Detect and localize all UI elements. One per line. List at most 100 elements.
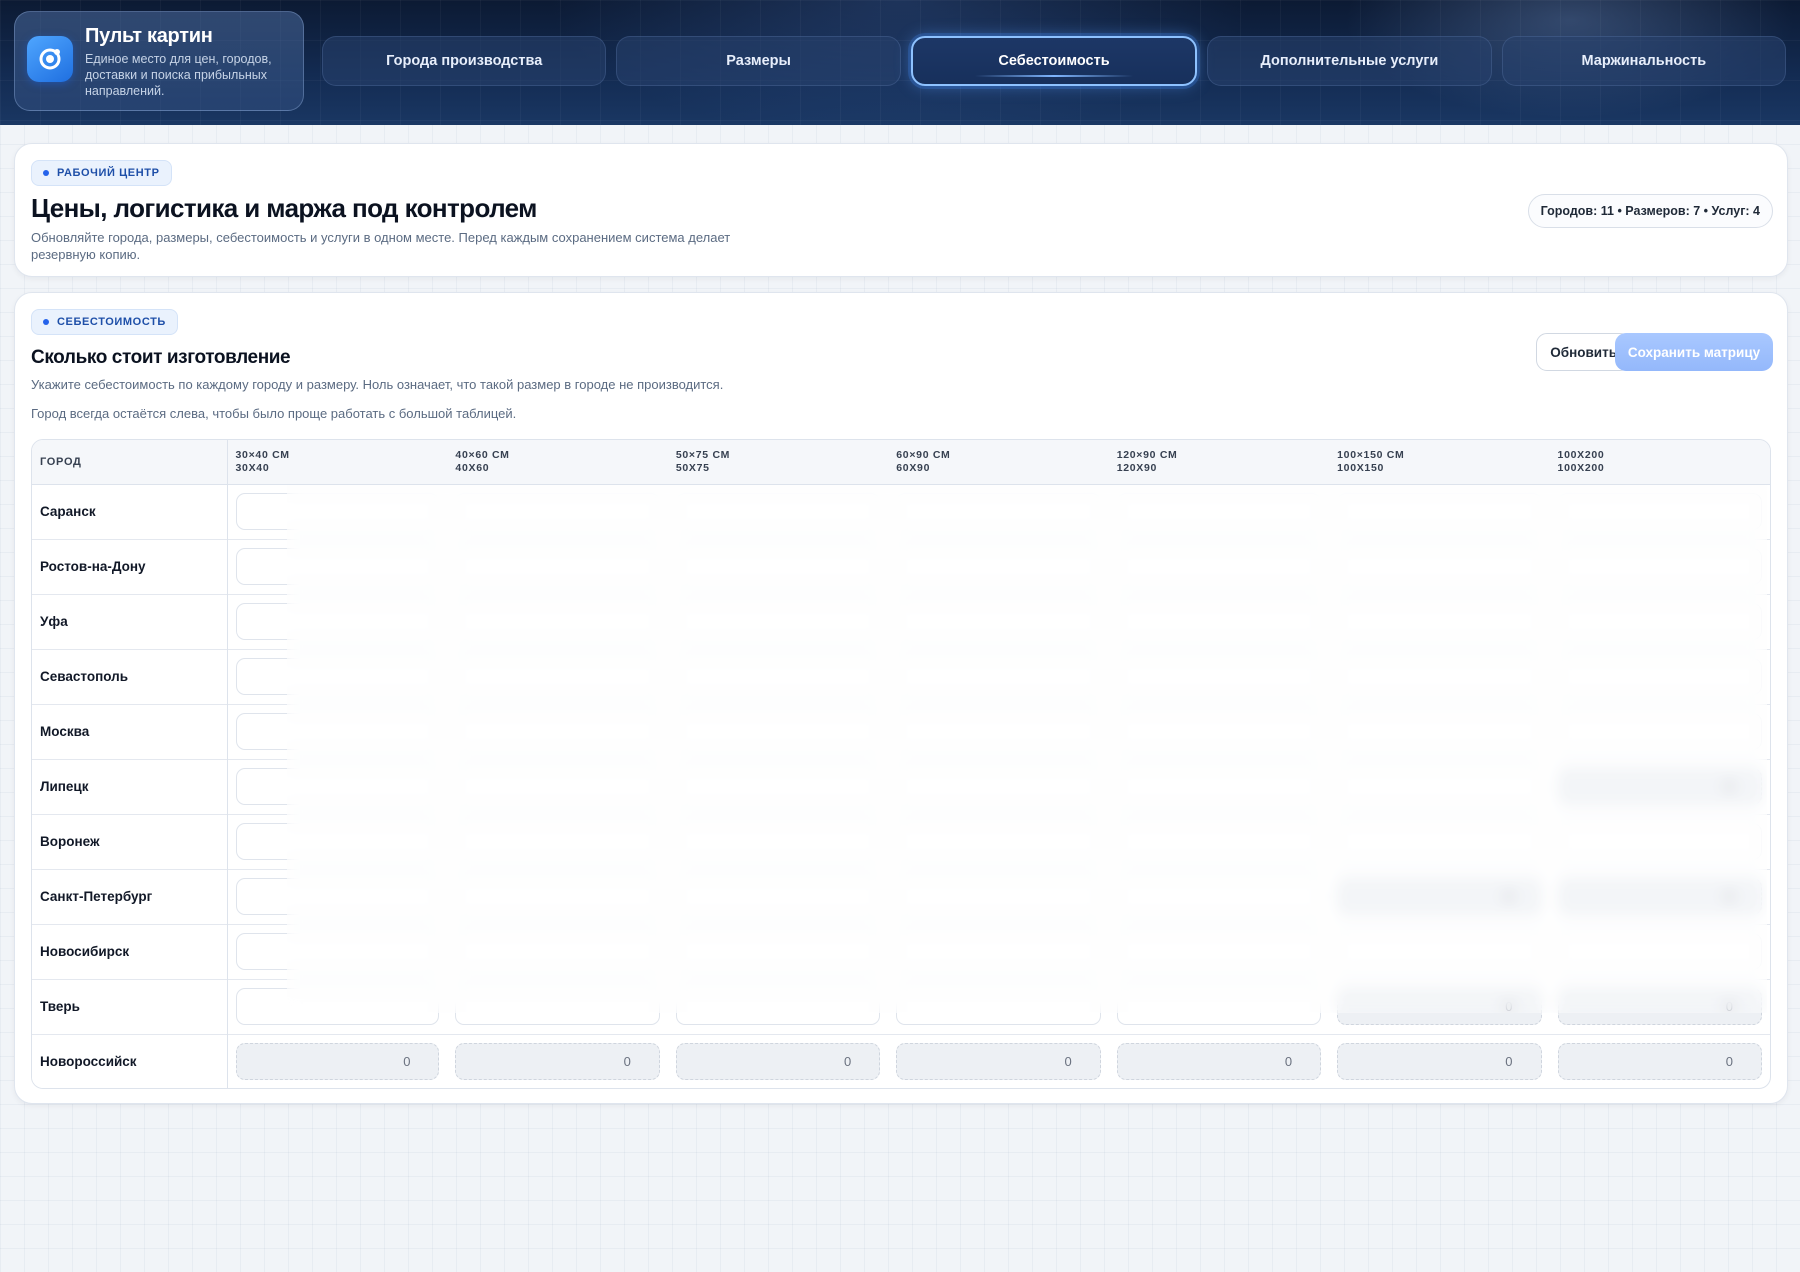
cost-input[interactable]: [1557, 878, 1762, 915]
cost-input[interactable]: [455, 988, 660, 1025]
cost-input[interactable]: [235, 658, 440, 695]
cost-cell: [888, 758, 1109, 814]
cost-input[interactable]: [1116, 878, 1322, 915]
tab-margin[interactable]: Маржинальность: [1501, 36, 1787, 86]
cost-input[interactable]: [455, 933, 660, 970]
cost-cell: [1108, 758, 1330, 814]
cost-input[interactable]: [235, 713, 440, 750]
cost-input[interactable]: [1557, 493, 1762, 530]
tab-production-cities[interactable]: Города производства: [322, 36, 607, 86]
cost-cell: [447, 923, 668, 979]
cost-table: ГОРОД 30×40 СМ 30X40 40×60 СМ 40X60 50×75 …: [32, 440, 1770, 1088]
cost-input[interactable]: [1557, 548, 1762, 585]
cost-input[interactable]: [675, 548, 881, 585]
cost-input[interactable]: [896, 768, 1101, 805]
save-matrix-button[interactable]: Сохранить матрицу: [1615, 333, 1773, 371]
cost-input[interactable]: [896, 658, 1101, 695]
cost-input[interactable]: [455, 823, 660, 860]
cost-input[interactable]: [1557, 988, 1762, 1025]
cost-input[interactable]: [1116, 713, 1322, 750]
cost-input[interactable]: [455, 1043, 660, 1081]
cost-input[interactable]: [1337, 713, 1542, 750]
tab-extra-services[interactable]: Дополнительные услуги: [1207, 36, 1492, 86]
cost-cell: [227, 648, 448, 704]
cost-input[interactable]: [896, 933, 1101, 970]
cost-input[interactable]: [1116, 603, 1322, 640]
city-cell: Санкт-Петербург: [32, 868, 228, 924]
cost-cell: [1549, 648, 1770, 704]
cost-input[interactable]: [675, 713, 881, 750]
cost-input[interactable]: [455, 548, 660, 585]
cost-input[interactable]: [1337, 1043, 1542, 1081]
cost-input[interactable]: [896, 1043, 1101, 1081]
cost-input[interactable]: [1116, 658, 1322, 695]
cost-input[interactable]: [1337, 548, 1542, 585]
cost-input[interactable]: [1116, 768, 1322, 805]
cost-input[interactable]: [1116, 933, 1322, 970]
cost-input[interactable]: [675, 1043, 881, 1081]
cost-input[interactable]: [235, 603, 440, 640]
cost-input[interactable]: [235, 933, 440, 970]
cost-cell: [1550, 484, 1770, 539]
cost-input[interactable]: [1337, 768, 1542, 805]
cost-cell: [1549, 978, 1770, 1034]
cost-input[interactable]: [1337, 658, 1542, 695]
cost-input[interactable]: [1337, 878, 1542, 915]
cost-input[interactable]: [235, 823, 440, 860]
cost-input[interactable]: [455, 493, 660, 530]
cost-input[interactable]: [675, 988, 881, 1025]
column-header-size: 100X200 100X200: [1549, 440, 1770, 485]
cost-input[interactable]: [1557, 603, 1762, 640]
cost-input[interactable]: [455, 713, 660, 750]
table-row: Липецк: [32, 758, 1770, 814]
cost-input[interactable]: [235, 988, 440, 1025]
cost-input[interactable]: [235, 878, 440, 915]
cost-input[interactable]: [896, 988, 1101, 1025]
hero-card: РАБОЧИЙ ЦЕНТР Цены, логистика и маржа по…: [14, 143, 1788, 277]
cost-input[interactable]: [1116, 1043, 1322, 1081]
cost-cell: [1549, 593, 1770, 649]
cost-input[interactable]: [1557, 768, 1762, 805]
column-header-size: 30×40 СМ 30X40: [227, 440, 448, 485]
cost-cell: [888, 868, 1109, 924]
cost-input[interactable]: [1337, 493, 1542, 530]
cost-input[interactable]: [675, 658, 881, 695]
cost-input[interactable]: [1557, 713, 1762, 750]
cost-input[interactable]: [1337, 603, 1542, 640]
cost-input[interactable]: [675, 603, 881, 640]
cost-input[interactable]: [675, 768, 881, 805]
cost-input[interactable]: [896, 603, 1101, 640]
cost-input[interactable]: [455, 658, 660, 695]
cost-input[interactable]: [1116, 823, 1322, 860]
cost-input[interactable]: [896, 493, 1101, 530]
cost-input[interactable]: [896, 823, 1101, 860]
cost-input[interactable]: [1116, 548, 1322, 585]
cost-input[interactable]: [1337, 988, 1542, 1025]
tab-sizes[interactable]: Размеры: [616, 36, 901, 86]
cost-input[interactable]: [1557, 658, 1762, 695]
cost-input[interactable]: [1337, 823, 1542, 860]
cost-input[interactable]: [675, 493, 881, 530]
cost-input[interactable]: [1557, 1043, 1762, 1081]
cost-input[interactable]: [896, 878, 1101, 915]
cost-input[interactable]: [235, 548, 440, 585]
cost-input[interactable]: [455, 878, 660, 915]
cost-input[interactable]: [455, 603, 660, 640]
cost-input[interactable]: [1557, 933, 1762, 970]
cost-input[interactable]: [1116, 988, 1322, 1025]
cost-input[interactable]: [1557, 823, 1762, 860]
cost-cell: [1108, 648, 1330, 704]
cost-table-container[interactable]: ГОРОД 30×40 СМ 30X40 40×60 СМ 40X60 50×75 …: [31, 439, 1771, 1089]
cost-input[interactable]: [896, 713, 1101, 750]
cost-input[interactable]: [1116, 493, 1322, 530]
cost-input[interactable]: [675, 933, 881, 970]
cost-input[interactable]: [896, 548, 1101, 585]
cost-input[interactable]: [675, 878, 881, 915]
tab-cost[interactable]: Себестоимость: [910, 36, 1198, 86]
cost-input[interactable]: [235, 768, 440, 805]
cost-input[interactable]: [235, 1043, 440, 1081]
cost-input[interactable]: [235, 493, 440, 530]
cost-input[interactable]: [455, 768, 660, 805]
cost-input[interactable]: [675, 823, 881, 860]
cost-input[interactable]: [1337, 933, 1542, 970]
